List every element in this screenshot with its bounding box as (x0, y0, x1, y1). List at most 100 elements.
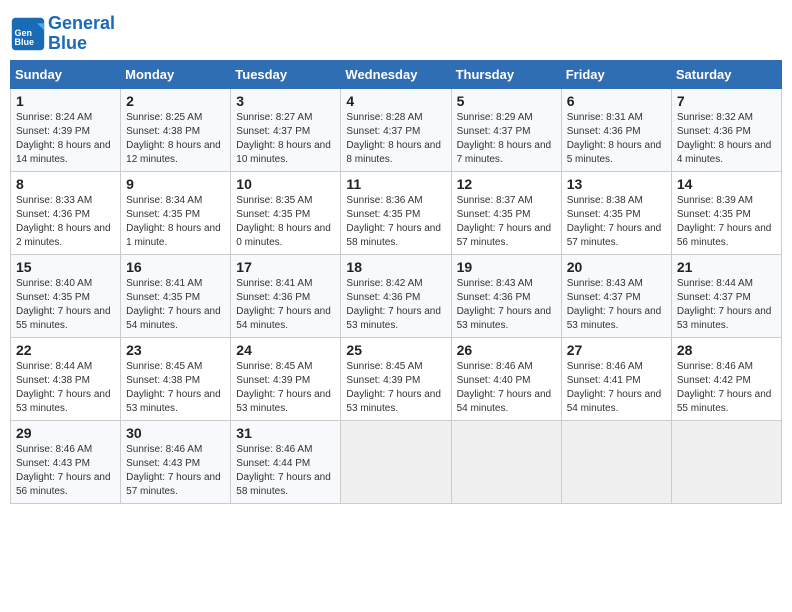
day-header-sunday: Sunday (11, 60, 121, 88)
day-info: Sunrise: 8:31 AMSunset: 4:36 PMDaylight:… (567, 111, 666, 167)
day-number: 16 (126, 259, 225, 275)
calendar-cell: 5 Sunrise: 8:29 AMSunset: 4:37 PMDaylight… (451, 88, 561, 171)
day-number: 28 (677, 342, 776, 358)
calendar-cell (451, 420, 561, 503)
day-info: Sunrise: 8:46 AMSunset: 4:43 PMDaylight:… (16, 443, 115, 499)
day-number: 13 (567, 176, 666, 192)
day-header-friday: Friday (561, 60, 671, 88)
day-number: 3 (236, 93, 335, 109)
day-info: Sunrise: 8:28 AMSunset: 4:37 PMDaylight:… (346, 111, 445, 167)
calendar-cell: 20Sunrise: 8:43 AMSunset: 4:37 PMDayligh… (561, 254, 671, 337)
calendar-cell: 23Sunrise: 8:45 AMSunset: 4:38 PMDayligh… (121, 337, 231, 420)
calendar-cell: 22 Sunrise: 8:44 AMSunset: 4:38 PMDayligh… (11, 337, 121, 420)
day-number: 2 (126, 93, 225, 109)
calendar-cell: 19Sunrise: 8:43 AMSunset: 4:36 PMDayligh… (451, 254, 561, 337)
calendar-cell: 6 Sunrise: 8:31 AMSunset: 4:36 PMDaylight… (561, 88, 671, 171)
day-info: Sunrise: 8:40 AMSunset: 4:35 PMDaylight:… (16, 277, 115, 333)
day-info: Sunrise: 8:45 AMSunset: 4:38 PMDaylight:… (126, 360, 225, 416)
calendar-cell: 12 Sunrise: 8:37 AMSunset: 4:35 PMDayligh… (451, 171, 561, 254)
day-number: 25 (346, 342, 445, 358)
calendar-cell: 3 Sunrise: 8:27 AMSunset: 4:37 PMDaylight… (231, 88, 341, 171)
day-info: Sunrise: 8:41 AMSunset: 4:36 PMDaylight:… (236, 277, 335, 333)
day-info: Sunrise: 8:29 AMSunset: 4:37 PMDaylight:… (457, 111, 556, 167)
calendar-cell: 30 Sunrise: 8:46 AMSunset: 4:43 PMDayligh… (121, 420, 231, 503)
calendar-cell: 4 Sunrise: 8:28 AMSunset: 4:37 PMDaylight… (341, 88, 451, 171)
day-info: Sunrise: 8:25 AMSunset: 4:38 PMDaylight:… (126, 111, 225, 167)
day-number: 12 (457, 176, 556, 192)
day-info: Sunrise: 8:44 AMSunset: 4:37 PMDaylight:… (677, 277, 776, 333)
day-number: 9 (126, 176, 225, 192)
calendar-cell: 27 Sunrise: 8:46 AMSunset: 4:41 PMDayligh… (561, 337, 671, 420)
calendar-cell: 29 Sunrise: 8:46 AMSunset: 4:43 PMDayligh… (11, 420, 121, 503)
day-header-tuesday: Tuesday (231, 60, 341, 88)
logo: Gen Blue General Blue (10, 14, 115, 54)
day-number: 24 (236, 342, 335, 358)
calendar-cell (671, 420, 781, 503)
day-number: 10 (236, 176, 335, 192)
day-number: 14 (677, 176, 776, 192)
day-info: Sunrise: 8:37 AMSunset: 4:35 PMDaylight:… (457, 194, 556, 250)
day-info: Sunrise: 8:46 AMSunset: 4:42 PMDaylight:… (677, 360, 776, 416)
day-header-wednesday: Wednesday (341, 60, 451, 88)
day-info: Sunrise: 8:46 AMSunset: 4:43 PMDaylight:… (126, 443, 225, 499)
logo-text: General (48, 14, 115, 34)
logo-icon: Gen Blue (10, 16, 46, 52)
calendar-cell: 10Sunrise: 8:35 AMSunset: 4:35 PMDayligh… (231, 171, 341, 254)
day-header-row: SundayMondayTuesdayWednesdayThursdayFrid… (11, 60, 782, 88)
day-info: Sunrise: 8:46 AMSunset: 4:44 PMDaylight:… (236, 443, 335, 499)
calendar-cell: 24Sunrise: 8:45 AMSunset: 4:39 PMDayligh… (231, 337, 341, 420)
day-number: 26 (457, 342, 556, 358)
day-number: 18 (346, 259, 445, 275)
calendar-cell: 18 Sunrise: 8:42 AMSunset: 4:36 PMDayligh… (341, 254, 451, 337)
calendar-cell: 21 Sunrise: 8:44 AMSunset: 4:37 PMDayligh… (671, 254, 781, 337)
calendar-cell: 25Sunrise: 8:45 AMSunset: 4:39 PMDayligh… (341, 337, 451, 420)
day-info: Sunrise: 8:42 AMSunset: 4:36 PMDaylight:… (346, 277, 445, 333)
calendar-week-3: 15 Sunrise: 8:40 AMSunset: 4:35 PMDayligh… (11, 254, 782, 337)
day-number: 30 (126, 425, 225, 441)
calendar-cell: 14Sunrise: 8:39 AMSunset: 4:35 PMDayligh… (671, 171, 781, 254)
calendar-cell: 17 Sunrise: 8:41 AMSunset: 4:36 PMDayligh… (231, 254, 341, 337)
calendar-cell: 15 Sunrise: 8:40 AMSunset: 4:35 PMDayligh… (11, 254, 121, 337)
day-number: 7 (677, 93, 776, 109)
day-number: 5 (457, 93, 556, 109)
calendar-cell: 7 Sunrise: 8:32 AMSunset: 4:36 PMDaylight… (671, 88, 781, 171)
calendar-cell: 31 Sunrise: 8:46 AMSunset: 4:44 PMDayligh… (231, 420, 341, 503)
day-number: 17 (236, 259, 335, 275)
day-info: Sunrise: 8:46 AMSunset: 4:41 PMDaylight:… (567, 360, 666, 416)
day-number: 31 (236, 425, 335, 441)
day-number: 6 (567, 93, 666, 109)
day-number: 15 (16, 259, 115, 275)
day-number: 22 (16, 342, 115, 358)
svg-text:Blue: Blue (15, 37, 35, 47)
day-number: 8 (16, 176, 115, 192)
calendar-cell: 2 Sunrise: 8:25 AMSunset: 4:38 PMDaylight… (121, 88, 231, 171)
day-number: 1 (16, 93, 115, 109)
day-number: 21 (677, 259, 776, 275)
calendar-week-2: 8Sunrise: 8:33 AMSunset: 4:36 PMDaylight… (11, 171, 782, 254)
calendar-week-1: 1Sunrise: 8:24 AMSunset: 4:39 PMDaylight… (11, 88, 782, 171)
day-number: 27 (567, 342, 666, 358)
calendar-cell: 1Sunrise: 8:24 AMSunset: 4:39 PMDaylight… (11, 88, 121, 171)
day-info: Sunrise: 8:32 AMSunset: 4:36 PMDaylight:… (677, 111, 776, 167)
day-number: 29 (16, 425, 115, 441)
calendar-table: SundayMondayTuesdayWednesdayThursdayFrid… (10, 60, 782, 504)
calendar-cell (341, 420, 451, 503)
calendar-week-4: 22 Sunrise: 8:44 AMSunset: 4:38 PMDayligh… (11, 337, 782, 420)
day-info: Sunrise: 8:38 AMSunset: 4:35 PMDaylight:… (567, 194, 666, 250)
calendar-cell (561, 420, 671, 503)
day-header-monday: Monday (121, 60, 231, 88)
day-info: Sunrise: 8:46 AMSunset: 4:40 PMDaylight:… (457, 360, 556, 416)
day-info: Sunrise: 8:44 AMSunset: 4:38 PMDaylight:… (16, 360, 115, 416)
day-info: Sunrise: 8:27 AMSunset: 4:37 PMDaylight:… (236, 111, 335, 167)
day-number: 4 (346, 93, 445, 109)
day-info: Sunrise: 8:41 AMSunset: 4:35 PMDaylight:… (126, 277, 225, 333)
logo-text2: Blue (48, 34, 115, 54)
calendar-cell: 11Sunrise: 8:36 AMSunset: 4:35 PMDayligh… (341, 171, 451, 254)
day-info: Sunrise: 8:36 AMSunset: 4:35 PMDaylight:… (346, 194, 445, 250)
day-header-saturday: Saturday (671, 60, 781, 88)
calendar-cell: 8Sunrise: 8:33 AMSunset: 4:36 PMDaylight… (11, 171, 121, 254)
day-header-thursday: Thursday (451, 60, 561, 88)
day-info: Sunrise: 8:34 AMSunset: 4:35 PMDaylight:… (126, 194, 225, 250)
calendar-cell: 28 Sunrise: 8:46 AMSunset: 4:42 PMDayligh… (671, 337, 781, 420)
page-header: Gen Blue General Blue (10, 10, 782, 54)
